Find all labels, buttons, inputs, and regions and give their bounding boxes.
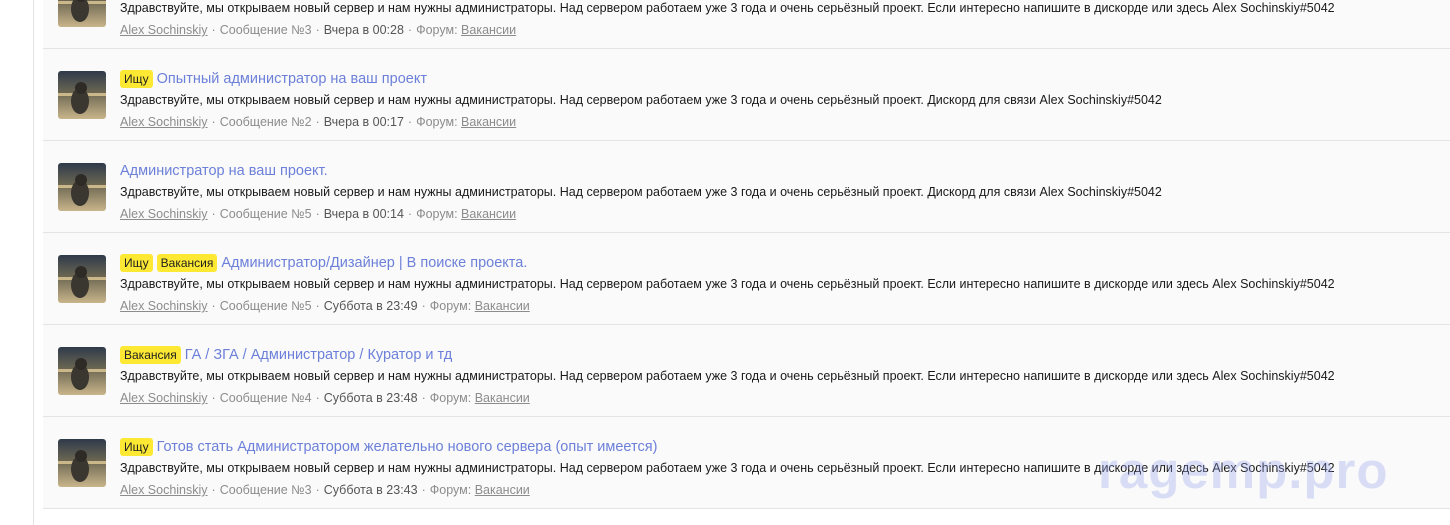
post-date: Суббота в 23:49 <box>323 299 418 313</box>
separator: · <box>421 391 426 405</box>
post-date: Суббота в 23:48 <box>323 391 418 405</box>
search-result: Ищу Опытный администратор на ваш проект … <box>43 49 1450 141</box>
result-title-line: Ищу Опытный администратор на ваш проект <box>120 69 427 89</box>
separator: · <box>211 115 216 129</box>
avatar[interactable] <box>58 71 106 119</box>
forum-link[interactable]: Вакансии <box>475 299 530 313</box>
result-snippet: Здравствуйте, мы открываем новый сервер … <box>120 1 1335 15</box>
separator: · <box>315 207 320 221</box>
forum-link[interactable]: Вакансии <box>475 391 530 405</box>
forum-label: Форум: <box>429 483 472 497</box>
separator: · <box>211 23 216 37</box>
forum-link[interactable]: Вакансии <box>461 115 516 129</box>
post-number: Сообщение №5 <box>219 299 312 313</box>
separator: · <box>421 299 426 313</box>
avatar-image <box>58 347 106 395</box>
thread-title-link[interactable]: Администратор на ваш проект. <box>120 163 328 179</box>
separator: · <box>407 207 413 221</box>
result-title-line: Вакансия ГА / ЗГА / Администратор / Кура… <box>120 345 452 365</box>
author-link[interactable]: Alex Sochinskiy <box>120 391 208 405</box>
result-title-line: Ищу Готов стать Администратором желатель… <box>120 437 657 457</box>
author-link[interactable]: Alex Sochinskiy <box>120 207 208 221</box>
post-number: Сообщение №3 <box>219 23 312 37</box>
separator: · <box>315 483 320 497</box>
forum-link[interactable]: Вакансии <box>475 483 530 497</box>
prefix-label-looking[interactable]: Ищу <box>120 254 153 272</box>
forum-label: Форум: <box>416 207 458 221</box>
post-date: Вчера в 00:14 <box>323 207 404 221</box>
forum-label: Форум: <box>429 391 472 405</box>
forum-link[interactable]: Вакансии <box>461 207 516 221</box>
result-meta: Alex Sochinskiy · Сообщение №5 · Вчера в 00:… <box>120 207 516 221</box>
result-meta: Alex Sochinskiy · Сообщение №5 · Суббота в 2… <box>120 299 530 313</box>
result-title-line: Администратор на ваш проект. <box>120 161 328 181</box>
forum-label: Форум: <box>416 115 458 129</box>
separator: · <box>211 207 216 221</box>
prefix-label-looking[interactable]: Ищу <box>120 438 153 456</box>
avatar-image <box>58 439 106 487</box>
post-number: Сообщение №3 <box>219 483 312 497</box>
separator: · <box>407 115 413 129</box>
thread-title-link[interactable]: Готов стать Администратором желательно н… <box>157 439 658 455</box>
author-link[interactable]: Alex Sochinskiy <box>120 115 208 129</box>
post-date: Вчера в 00:28 <box>323 23 404 37</box>
author-link[interactable]: Alex Sochinskiy <box>120 483 208 497</box>
left-rail <box>0 0 34 525</box>
forum-label: Форум: <box>429 299 472 313</box>
result-meta: Alex Sochinskiy · Сообщение №2 · Вчера в 00:… <box>120 115 516 129</box>
separator: · <box>211 483 216 497</box>
result-snippet: Здравствуйте, мы открываем новый сервер … <box>120 461 1335 475</box>
result-snippet: Здравствуйте, мы открываем новый сервер … <box>120 185 1162 199</box>
search-result: Здравствуйте, мы открываем новый сервер … <box>43 0 1450 49</box>
result-meta: Alex Sochinskiy · Сообщение №3 · Вчера в 00:… <box>120 23 516 37</box>
forum-label: Форум: <box>416 23 458 37</box>
separator: · <box>407 23 413 37</box>
post-date: Вчера в 00:17 <box>323 115 404 129</box>
result-snippet: Здравствуйте, мы открываем новый сервер … <box>120 369 1335 383</box>
prefix-label-vacancy[interactable]: Вакансия <box>120 346 181 364</box>
avatar-image <box>58 71 106 119</box>
result-meta: Alex Sochinskiy · Сообщение №3 · Суббота в 2… <box>120 483 530 497</box>
search-result: Вакансия ГА / ЗГА / Администратор / Кура… <box>43 325 1450 417</box>
post-number: Сообщение №4 <box>219 391 312 405</box>
prefix-label-vacancy[interactable]: Вакансия <box>156 254 218 272</box>
post-number: Сообщение №2 <box>219 115 312 129</box>
result-meta: Alex Sochinskiy · Сообщение №4 · Суббота в 2… <box>120 391 530 405</box>
result-snippet: Здравствуйте, мы открываем новый сервер … <box>120 277 1335 291</box>
prefix-label-looking[interactable]: Ищу <box>120 70 153 88</box>
thread-title-link[interactable]: ГА / ЗГА / Администратор / Куратор и тд <box>185 347 452 363</box>
separator: · <box>315 23 320 37</box>
separator: · <box>315 391 320 405</box>
separator: · <box>315 115 320 129</box>
separator: · <box>315 299 320 313</box>
avatar-image <box>58 0 106 27</box>
avatar-image <box>58 163 106 211</box>
avatar[interactable] <box>58 347 106 395</box>
search-results-list: Здравствуйте, мы открываем новый сервер … <box>43 0 1450 509</box>
separator: · <box>211 299 216 313</box>
author-link[interactable]: Alex Sochinskiy <box>120 299 208 313</box>
search-result: Ищу Вакансия Администратор/Дизайнер | В … <box>43 233 1450 325</box>
forum-link[interactable]: Вакансии <box>461 23 516 37</box>
thread-title-link[interactable]: Администратор/Дизайнер | В поиске проект… <box>221 255 527 271</box>
author-link[interactable]: Alex Sochinskiy <box>120 23 208 37</box>
result-snippet: Здравствуйте, мы открываем новый сервер … <box>120 93 1162 107</box>
avatar[interactable] <box>58 163 106 211</box>
avatar-image <box>58 255 106 303</box>
avatar[interactable] <box>58 439 106 487</box>
search-result: Администратор на ваш проект. Здравствуйт… <box>43 141 1450 233</box>
separator: · <box>211 391 216 405</box>
avatar[interactable] <box>58 255 106 303</box>
post-date: Суббота в 23:43 <box>323 483 418 497</box>
search-results-page: Здравствуйте, мы открываем новый сервер … <box>0 0 1450 525</box>
search-result: Ищу Готов стать Администратором желатель… <box>43 417 1450 509</box>
result-title-line: Ищу Вакансия Администратор/Дизайнер | В … <box>120 253 527 273</box>
avatar[interactable] <box>58 0 106 27</box>
thread-title-link[interactable]: Опытный администратор на ваш проект <box>157 71 427 87</box>
separator: · <box>421 483 426 497</box>
post-number: Сообщение №5 <box>219 207 312 221</box>
